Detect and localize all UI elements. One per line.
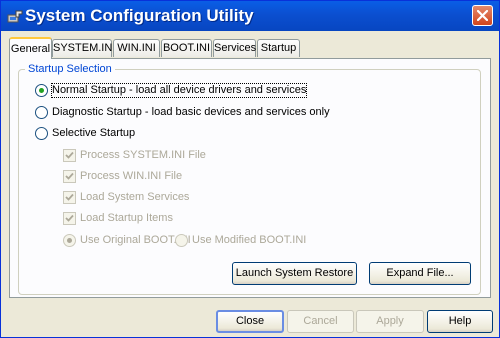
tab-services[interactable]: Services [213, 39, 256, 57]
checkbox-checked-icon [63, 212, 76, 225]
close-button[interactable]: Close [216, 310, 284, 333]
checkbox-checked-icon [63, 191, 76, 204]
process-system-ini-label: Process SYSTEM.INI File [80, 149, 206, 161]
msconfig-app-icon [7, 9, 23, 23]
tab-boot-ini[interactable]: BOOT.INI [161, 39, 212, 57]
radio-unselected-icon [35, 127, 48, 140]
normal-startup-label: Normal Startup - load all device drivers… [50, 83, 308, 98]
load-startup-items-label: Load Startup Items [80, 212, 173, 224]
radio-selected-icon [35, 84, 48, 97]
help-button[interactable]: Help [427, 310, 493, 333]
tab-startup[interactable]: Startup [257, 39, 300, 57]
title-bar[interactable]: System Configuration Utility [1, 1, 499, 31]
cancel-button[interactable]: Cancel [287, 310, 354, 333]
system-configuration-window: System Configuration Utility General SYS… [0, 0, 500, 338]
startup-selection-legend: Startup Selection [25, 63, 115, 75]
tab-win-ini[interactable]: WIN.INI [113, 39, 160, 57]
radio-unselected-icon [175, 234, 188, 247]
startup-selection-group: Startup Selection Normal Startup - load … [18, 63, 481, 295]
general-tab-panel: Startup Selection Normal Startup - load … [9, 58, 491, 298]
close-icon [477, 10, 488, 21]
apply-button[interactable]: Apply [356, 310, 424, 333]
tab-general[interactable]: General [9, 37, 52, 59]
load-system-services-label: Load System Services [80, 191, 190, 203]
diagnostic-startup-label: Diagnostic Startup - load basic devices … [52, 106, 330, 118]
radio-unselected-icon [35, 106, 48, 119]
use-modified-boot-ini-label: Use Modified BOOT.INI [192, 234, 307, 246]
selective-startup-label: Selective Startup [52, 127, 136, 139]
checkbox-checked-icon [63, 170, 76, 183]
process-win-ini-label: Process WIN.INI File [80, 170, 183, 182]
checkbox-checked-icon [63, 149, 76, 162]
window-title: System Configuration Utility [25, 6, 254, 25]
expand-file-button[interactable]: Expand File... [369, 262, 471, 285]
close-window-button[interactable] [472, 5, 493, 26]
launch-system-restore-button[interactable]: Launch System Restore [232, 262, 357, 285]
tab-system-ini[interactable]: SYSTEM.INI [52, 39, 115, 57]
radio-selected-icon [63, 234, 76, 247]
